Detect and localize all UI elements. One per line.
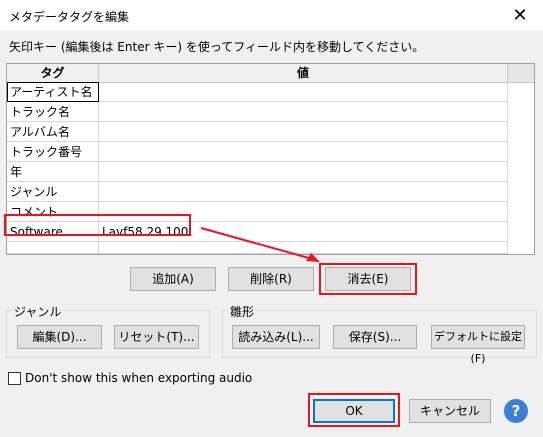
value-cell[interactable] — [99, 122, 508, 142]
value-cell[interactable] — [99, 142, 508, 162]
column-header-tag[interactable]: タグ — [7, 64, 99, 82]
dont-show-label[interactable]: Don't show this when exporting audio — [25, 371, 252, 385]
genre-group-label: ジャンル — [12, 303, 64, 320]
grid-header: タグ 値 — [7, 64, 534, 83]
ok-button[interactable]: OK — [313, 399, 395, 423]
help-icon[interactable]: ? — [504, 399, 528, 423]
template-set-default-button[interactable]: デフォルトに設定(F) — [431, 325, 525, 365]
table-row[interactable]: トラック名 — [7, 102, 534, 122]
table-row[interactable]: トラック番号 — [7, 142, 534, 162]
close-icon[interactable]: ✕ — [497, 0, 543, 31]
remove-button[interactable]: 削除(R) — [228, 267, 314, 291]
instruction-text: 矢印キー (編集後は Enter キー) を使ってフィールド内を移動してください… — [9, 40, 425, 54]
value-cell[interactable] — [99, 202, 508, 222]
add-button[interactable]: 追加(A) — [130, 267, 216, 291]
value-cell[interactable] — [99, 182, 508, 202]
genre-edit-button[interactable]: 編集(D)... — [17, 325, 102, 349]
tag-cell[interactable]: コメント — [7, 202, 99, 222]
tag-cell[interactable]: トラック番号 — [7, 142, 99, 162]
tag-cell[interactable]: アーティスト名 — [7, 82, 99, 102]
value-cell[interactable] — [99, 162, 508, 182]
table-row[interactable]: ジャンル — [7, 182, 534, 202]
metadata-grid: タグ 値 アーティスト名 トラック名 アルバム名 トラック番号 年 ジャンル コ… — [6, 63, 535, 255]
cancel-button[interactable]: キャンセル — [409, 399, 491, 423]
clear-button[interactable]: 消去(E) — [325, 267, 411, 291]
template-group-label: 雛形 — [228, 303, 257, 320]
column-header-value[interactable]: 値 — [99, 64, 508, 82]
genre-reset-button[interactable]: リセット(T)... — [114, 325, 199, 349]
value-cell[interactable] — [99, 242, 508, 254]
table-row[interactable] — [7, 242, 534, 254]
tag-cell[interactable] — [7, 242, 99, 254]
table-row[interactable]: コメント — [7, 202, 534, 222]
value-cell[interactable] — [99, 82, 508, 102]
tag-cell[interactable]: 年 — [7, 162, 99, 182]
window-title: メタデータタグを編集 — [9, 10, 130, 24]
tag-cell[interactable]: ジャンル — [7, 182, 99, 202]
tag-cell[interactable]: Software — [7, 222, 99, 242]
value-cell[interactable]: Lavf58.29.100 — [99, 222, 508, 242]
table-row-software[interactable]: Software Lavf58.29.100 — [7, 222, 534, 242]
template-save-button[interactable]: 保存(S)... — [333, 325, 417, 349]
dont-show-checkbox[interactable] — [8, 372, 21, 385]
template-load-button[interactable]: 読み込み(L)... — [232, 325, 320, 349]
title-bar: メタデータタグを編集 ✕ — [0, 0, 543, 31]
table-row[interactable]: 年 — [7, 162, 534, 182]
header-filler — [508, 64, 534, 82]
value-cell[interactable] — [99, 102, 508, 122]
tag-cell[interactable]: アルバム名 — [7, 122, 99, 142]
tag-cell[interactable]: トラック名 — [7, 102, 99, 122]
table-row[interactable]: アルバム名 — [7, 122, 534, 142]
table-row[interactable]: アーティスト名 — [7, 82, 534, 102]
